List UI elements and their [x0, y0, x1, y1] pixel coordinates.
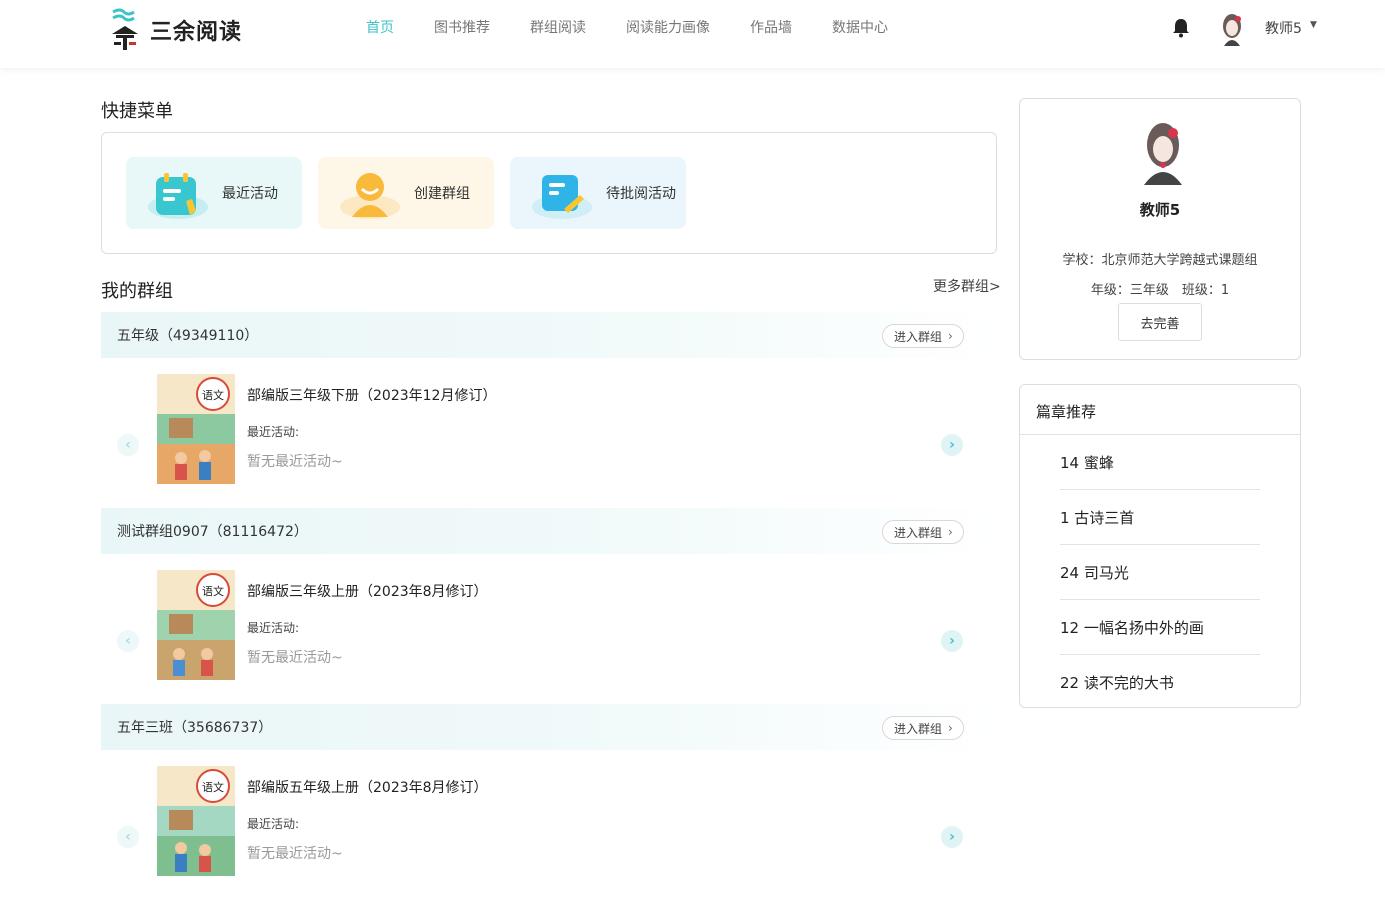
chevron-right-icon: ›	[948, 721, 953, 735]
profile-card: 教师5 学校：北京师范大学跨越式课题组 年级：三年级 班级：1 去完善	[1019, 98, 1301, 360]
carousel-next-button[interactable]: ›	[941, 434, 963, 456]
quick-create-group[interactable]: 创建群组	[318, 157, 494, 229]
quick-create-group-label: 创建群组	[414, 186, 470, 202]
nav-reading-ability[interactable]: 阅读能力画像	[626, 18, 710, 38]
recent-activity-label: 最近活动:	[247, 621, 300, 635]
logo[interactable]: 三余阅读	[110, 8, 242, 52]
svg-text:语文: 语文	[202, 584, 224, 598]
carousel-prev-button[interactable]: ‹	[117, 434, 139, 456]
quick-menu-panel: 最近活动 创建群组 待批阅活动	[101, 132, 997, 254]
main-nav: 首页 图书推荐 群组阅读 阅读能力画像 作品墙 数据中心	[366, 18, 928, 38]
group-header: 五年级（49349110） 进入群组 ›	[101, 312, 997, 358]
quick-pending-review[interactable]: 待批阅活动	[510, 157, 686, 229]
pending-review-icon	[532, 163, 598, 223]
quick-pending-review-label: 待批阅活动	[606, 186, 676, 202]
avatar[interactable]	[1218, 12, 1246, 46]
no-recent-activity-text: 暂无最近活动~	[247, 650, 343, 666]
nav-group-reading[interactable]: 群组阅读	[530, 18, 586, 38]
nav-works-wall[interactable]: 作品墙	[750, 18, 792, 38]
quick-menu-title: 快捷菜单	[101, 101, 173, 122]
profile-grade-class: 年级：三年级 班级：1	[1090, 283, 1230, 298]
recommend-item[interactable]: 1 古诗三首	[1060, 490, 1260, 545]
group-name: 五年级（49349110）	[117, 328, 259, 344]
nav-data-center[interactable]: 数据中心	[832, 18, 888, 38]
enter-group-button[interactable]: 进入群组 ›	[882, 520, 964, 544]
book-title[interactable]: 部编版五年级上册（2023年8月修订）	[247, 777, 488, 797]
avatar	[1140, 119, 1186, 185]
carousel-prev-button[interactable]: ‹	[117, 630, 139, 652]
create-group-icon	[340, 163, 406, 223]
recent-activity-label: 最近活动:	[247, 425, 300, 439]
group-name: 五年三班（35686737）	[117, 720, 273, 736]
top-header: 三余阅读 首页 图书推荐 群组阅读 阅读能力画像 作品墙 数据中心 教师5 ▼	[0, 0, 1385, 68]
nav-book-recommend[interactable]: 图书推荐	[434, 18, 490, 38]
quick-recent-activity-label: 最近活动	[222, 186, 278, 202]
carousel-next-button[interactable]: ›	[941, 630, 963, 652]
chevron-right-icon: ›	[948, 329, 953, 343]
enter-group-label: 进入群组	[894, 525, 943, 540]
profile-school: 学校：北京师范大学跨越式课题组	[1062, 253, 1258, 268]
book-title[interactable]: 部编版三年级下册（2023年12月修订）	[247, 385, 496, 405]
chevron-right-icon: ›	[948, 525, 953, 539]
no-recent-activity-text: 暂无最近活动~	[247, 846, 343, 862]
logo-icon	[110, 8, 140, 52]
chapter-recommend-card: 篇章推荐 14 蜜蜂 1 古诗三首 24 司马光 12 一幅名扬中外的画 22 …	[1019, 384, 1301, 708]
quick-recent-activity[interactable]: 最近活动	[126, 157, 302, 229]
enter-group-button[interactable]: 进入群组 ›	[882, 716, 964, 740]
enter-group-label: 进入群组	[894, 329, 943, 344]
more-groups-link[interactable]: 更多群组>	[933, 276, 1001, 296]
bell-icon[interactable]	[1172, 18, 1190, 38]
book-cover[interactable]: 语文	[157, 766, 235, 876]
profile-name: 教师5	[1139, 201, 1181, 219]
carousel-next-button[interactable]: ›	[941, 826, 963, 848]
no-recent-activity-text: 暂无最近活动~	[247, 454, 343, 470]
recommend-item[interactable]: 24 司马光	[1060, 545, 1260, 600]
book-cover[interactable]: 语文	[157, 570, 235, 680]
recommend-item[interactable]: 14 蜜蜂	[1060, 435, 1260, 490]
carousel-prev-button[interactable]: ‹	[117, 826, 139, 848]
recent-activity-label: 最近活动:	[247, 817, 300, 831]
chapter-recommend-title: 篇章推荐	[1036, 403, 1097, 421]
group-header: 五年三班（35686737） 进入群组 ›	[101, 704, 997, 750]
complete-profile-button[interactable]: 去完善	[1118, 303, 1202, 341]
logo-text: 三余阅读	[150, 20, 243, 45]
enter-group-button[interactable]: 进入群组 ›	[882, 324, 964, 348]
recent-activity-icon	[148, 163, 214, 223]
group-name: 测试群组0907（81116472）	[117, 524, 308, 540]
caret-down-icon[interactable]: ▼	[1310, 20, 1317, 30]
my-groups-title: 我的群组	[101, 281, 173, 302]
svg-text:语文: 语文	[202, 388, 224, 402]
svg-text:语文: 语文	[202, 780, 224, 794]
header-username[interactable]: 教师5	[1265, 18, 1302, 38]
group-header: 测试群组0907（81116472） 进入群组 ›	[101, 508, 997, 554]
book-title[interactable]: 部编版三年级上册（2023年8月修订）	[247, 581, 488, 601]
recommend-item[interactable]: 12 一幅名扬中外的画	[1060, 600, 1260, 655]
recommend-item[interactable]: 22 读不完的大书	[1060, 655, 1260, 707]
nav-home[interactable]: 首页	[366, 18, 394, 38]
enter-group-label: 进入群组	[894, 721, 943, 736]
book-cover[interactable]: 语文	[157, 374, 235, 484]
